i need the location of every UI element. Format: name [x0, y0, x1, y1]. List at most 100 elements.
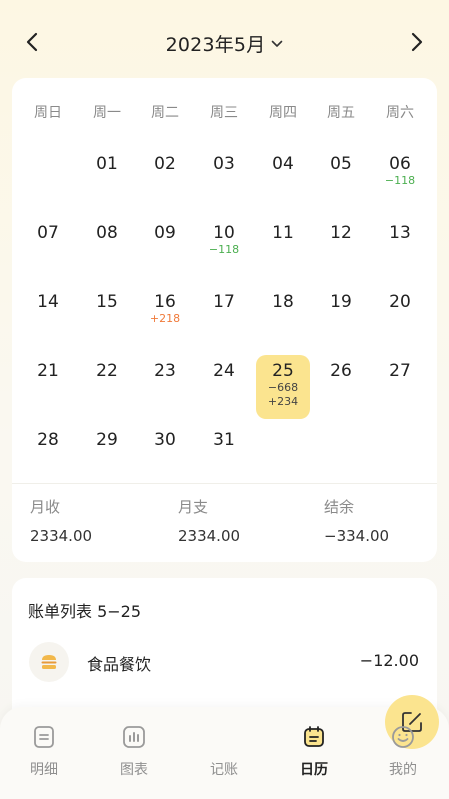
tab-record[interactable]: 记账 — [189, 695, 439, 799]
month-header: 2023年5月 — [0, 22, 449, 62]
income-label: 月收 — [30, 498, 61, 516]
day-number: 12 — [330, 223, 352, 243]
balance-value: −334.00 — [324, 527, 390, 545]
calendar-day[interactable]: 14 — [21, 286, 75, 350]
bill-category: 食品餐饮 — [87, 655, 152, 674]
calendar-grid: 01 02 03 04 05 06 −118 07 08 09 10 −118 11 12 13 14 15 16… — [12, 78, 437, 478]
day-number: 07 — [37, 223, 59, 243]
calendar-day[interactable]: 19 — [314, 286, 368, 350]
day-number: 01 — [96, 154, 118, 174]
expense-value: 2334.00 — [178, 527, 241, 545]
calendar-day[interactable]: 24 — [197, 355, 251, 419]
tab-detail[interactable]: 明细 — [9, 707, 79, 799]
day-number: 28 — [37, 430, 59, 450]
calendar-day[interactable]: 23 — [138, 355, 192, 419]
day-number: 02 — [154, 154, 176, 174]
calendar-day[interactable]: 29 — [80, 424, 134, 488]
calendar-day[interactable]: 31 — [197, 424, 251, 488]
list-icon — [34, 726, 54, 748]
calendar-day[interactable]: 13 — [373, 217, 427, 281]
calendar-day[interactable]: 02 — [138, 148, 192, 212]
day-number: 31 — [213, 430, 235, 450]
day-number: 09 — [154, 223, 176, 243]
bill-amount: −12.00 — [359, 651, 419, 670]
day-number: 08 — [96, 223, 118, 243]
calendar-day[interactable]: 07 — [21, 217, 75, 281]
day-number: 10 — [213, 223, 235, 243]
day-expense-amount: −118 — [208, 243, 240, 256]
day-number: 19 — [330, 292, 352, 312]
calendar-day-selected[interactable]: 25 −668 +234 — [256, 355, 310, 419]
calendar-day[interactable]: 26 — [314, 355, 368, 419]
monthly-balance: 结余 −334.00 — [324, 496, 389, 545]
calendar-day[interactable]: 30 — [138, 424, 192, 488]
tab-mine[interactable]: 我的 — [368, 707, 438, 799]
bill-item[interactable]: 食品餐饮 −12.00 — [12, 640, 437, 684]
day-number: 22 — [96, 361, 118, 381]
tab-calendar[interactable]: 日历 — [279, 707, 349, 799]
monthly-income: 月收 2334.00 — [30, 496, 92, 545]
day-number: 27 — [389, 361, 411, 381]
calendar-day[interactable]: 17 — [197, 286, 251, 350]
month-label: 2023年5月 — [165, 34, 266, 56]
burger-icon — [41, 655, 57, 669]
calendar-day[interactable]: 06 −118 — [373, 148, 427, 212]
calendar-day[interactable]: 11 — [256, 217, 310, 281]
day-number: 17 — [213, 292, 235, 312]
calendar-day[interactable]: 18 — [256, 286, 310, 350]
calendar-day[interactable]: 10 −118 — [197, 217, 251, 281]
next-month-button[interactable] — [403, 28, 431, 56]
calendar-day[interactable]: 01 — [80, 148, 134, 212]
calendar-day[interactable]: 20 — [373, 286, 427, 350]
day-number: 26 — [330, 361, 352, 381]
day-number: 20 — [389, 292, 411, 312]
chevron-right-icon — [411, 32, 423, 52]
day-number: 30 — [154, 430, 176, 450]
calendar-day[interactable]: 09 — [138, 217, 192, 281]
calendar-card: 周日 周一 周二 周三 周四 周五 周六 01 02 03 04 05 06 −118 07 08 09 10−… — [12, 78, 437, 562]
category-icon-wrapper — [29, 642, 69, 682]
chevron-down-icon — [272, 40, 283, 47]
tab-chart[interactable]: 图表 — [99, 707, 169, 799]
calendar-day[interactable]: 05 — [314, 148, 368, 212]
day-number: 06 — [389, 154, 411, 174]
day-number: 14 — [37, 292, 59, 312]
calendar-day[interactable]: 08 — [80, 217, 134, 281]
calendar-icon — [304, 726, 324, 747]
day-number: 03 — [213, 154, 235, 174]
calendar-day[interactable]: 21 — [21, 355, 75, 419]
day-income-amount: +218 — [149, 312, 181, 325]
smile-icon — [392, 726, 414, 748]
chart-icon — [123, 726, 145, 748]
calendar-day[interactable]: 27 — [373, 355, 427, 419]
calendar-day[interactable]: 22 — [80, 355, 134, 419]
calendar-day[interactable]: 03 — [197, 148, 251, 212]
calendar-day[interactable]: 16 +218 — [138, 286, 192, 350]
day-income-amount: +234 — [267, 395, 299, 408]
bill-list-title: 账单列表 5−25 — [28, 602, 142, 621]
expense-label: 月支 — [178, 498, 209, 516]
day-number: 05 — [330, 154, 352, 174]
income-value: 2334.00 — [30, 527, 93, 545]
day-expense-amount: −118 — [384, 174, 416, 187]
bottom-tab-bar: 明细 图表 记账 日历 我的 — [0, 695, 449, 799]
calendar-day[interactable]: 28 — [21, 424, 75, 488]
divider — [12, 483, 437, 484]
day-number: 25 — [272, 361, 294, 381]
balance-label: 结余 — [324, 498, 355, 516]
day-number: 04 — [272, 154, 294, 174]
month-selector[interactable]: 2023年5月 — [0, 30, 449, 57]
tab-label: 图表 — [120, 762, 148, 778]
day-expense-amount: −668 — [267, 381, 299, 394]
day-number: 24 — [213, 361, 235, 381]
tab-label: 记账 — [210, 762, 238, 778]
tab-label: 明细 — [30, 762, 58, 778]
day-number: 16 — [154, 292, 176, 312]
tab-label: 我的 — [389, 762, 417, 778]
calendar-day[interactable]: 12 — [314, 217, 368, 281]
day-number: 13 — [389, 223, 411, 243]
calendar-day[interactable]: 04 — [256, 148, 310, 212]
day-number: 29 — [96, 430, 118, 450]
day-number: 21 — [37, 361, 59, 381]
calendar-day[interactable]: 15 — [80, 286, 134, 350]
